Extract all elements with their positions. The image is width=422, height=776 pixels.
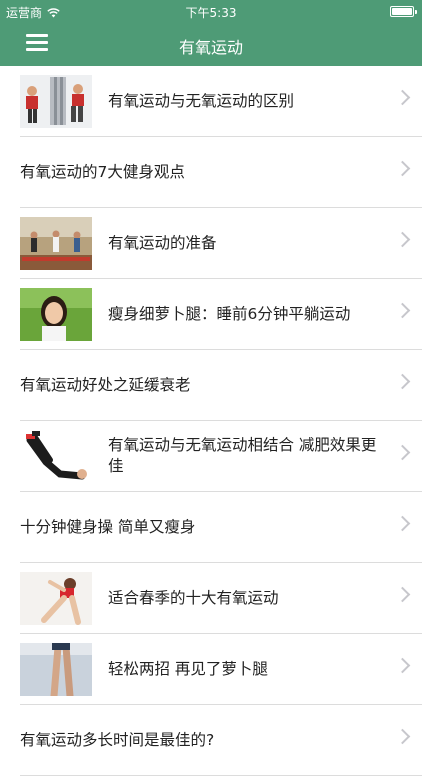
- list-item[interactable]: 十分钟健身操 简单又瘦身: [20, 492, 422, 563]
- gym-class-photo: [20, 217, 92, 270]
- chevron-right-icon: [394, 160, 411, 177]
- chevron-right-icon: [394, 231, 411, 248]
- chevron-right-icon: [394, 657, 411, 674]
- list-item-title: 适合春季的十大有氧运动: [108, 588, 279, 607]
- chevron-right-icon: [394, 586, 411, 603]
- nav-bar: 有氧运动: [0, 22, 422, 66]
- leg-exercise-photo: [20, 430, 92, 483]
- page-title: 有氧运动: [178, 38, 243, 57]
- list-item[interactable]: 有氧运动的准备: [20, 208, 422, 279]
- legs-photo: [20, 643, 92, 696]
- stretching-woman-photo: [20, 572, 92, 625]
- list-item[interactable]: 有氧运动与无氧运动相结合 减肥效果更佳: [20, 421, 422, 492]
- woman-portrait-photo: [20, 288, 92, 341]
- list-item-title: 轻松两招 再见了萝卜腿: [108, 659, 268, 678]
- list-item[interactable]: 有氧运动与无氧运动的区别: [20, 66, 422, 137]
- chevron-right-icon: [394, 444, 411, 461]
- list-item-title: 有氧运动的7大健身观点: [20, 162, 185, 181]
- list-item[interactable]: 有氧运动多长时间是最佳的?: [20, 705, 422, 776]
- battery-icon: [390, 6, 417, 17]
- list-item-title: 有氧运动的准备: [108, 233, 217, 252]
- chevron-right-icon: [394, 728, 411, 745]
- list-item-title: 十分钟健身操 简单又瘦身: [20, 517, 196, 536]
- article-list: 有氧运动与无氧运动的区别 有氧运动的7大健身观点 有氧运动的准备 瘦身细萝卜腿：…: [0, 66, 422, 776]
- list-item-title: 有氧运动多长时间是最佳的?: [20, 730, 215, 749]
- list-item-title: 有氧运动好处之延缓衰老: [20, 375, 191, 394]
- gym-equipment-photo: [20, 75, 92, 128]
- list-item[interactable]: 适合春季的十大有氧运动: [20, 563, 422, 634]
- chevron-right-icon: [394, 302, 411, 319]
- status-time: 下午5:33: [185, 6, 237, 20]
- list-item[interactable]: 有氧运动的7大健身观点: [20, 137, 422, 208]
- status-bar: 运营商 下午5:33: [0, 0, 422, 22]
- list-item-title: 有氧运动与无氧运动的区别: [108, 91, 295, 110]
- chevron-right-icon: [394, 89, 411, 106]
- list-item[interactable]: 有氧运动好处之延缓衰老: [20, 350, 422, 421]
- chevron-right-icon: [394, 373, 411, 390]
- chevron-right-icon: [394, 515, 411, 532]
- list-item-title: 有氧运动与无氧运动相结合 减肥效果更佳: [108, 436, 377, 475]
- list-item-title: 瘦身细萝卜腿：睡前6分钟平躺运动: [108, 304, 351, 323]
- list-item[interactable]: 轻松两招 再见了萝卜腿: [20, 634, 422, 705]
- list-item[interactable]: 瘦身细萝卜腿：睡前6分钟平躺运动: [20, 279, 422, 350]
